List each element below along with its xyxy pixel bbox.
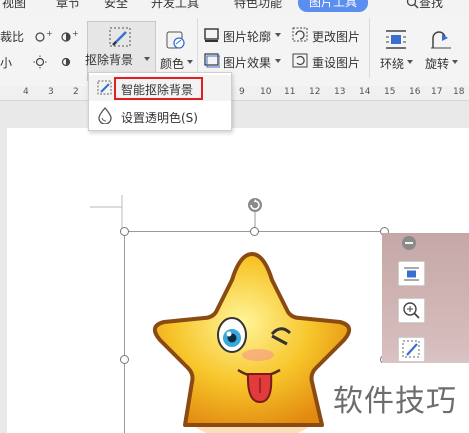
ruler-tick: 10	[260, 87, 272, 97]
ruler-tick: 9	[239, 87, 245, 97]
color-label[interactable]: 颜色	[160, 55, 184, 72]
remove-background-menu: 智能抠除背景 设置透明色(S)	[88, 72, 232, 131]
magic-wand-icon	[109, 27, 131, 47]
color-icon	[166, 31, 185, 49]
magic-wand-icon	[97, 80, 112, 95]
search-icon	[406, 0, 419, 9]
horizontal-ruler: 4 3 2 9 10 11 12 13 14 15 16 17 18	[0, 86, 469, 101]
droplet-icon	[98, 107, 112, 124]
resize-handle-top[interactable]	[250, 227, 259, 236]
contrast-down-icon[interactable]	[59, 55, 81, 69]
reset-picture-label[interactable]: 重设图片	[312, 54, 360, 71]
watermark-text: 软件技巧	[333, 384, 457, 419]
picture-effects-label[interactable]: 图片效果	[223, 54, 271, 71]
resize-handle-left[interactable]	[120, 355, 129, 364]
layout-icon	[404, 267, 419, 281]
picture-effects-icon	[204, 53, 220, 68]
divider	[197, 18, 198, 78]
tab-picture-tools[interactable]: 图片工具	[298, 0, 369, 12]
ruler-tick: 4	[23, 87, 29, 97]
ruler-tick: 16	[409, 87, 421, 97]
zoom-in-icon	[403, 302, 420, 319]
ribbon-toolbar: 裁比 小 + + 抠除背景 颜色 图片轮廓 图片效果 更改图片 重设图片 环绕 …	[0, 14, 469, 86]
reset-picture-icon	[292, 53, 308, 68]
tab-features[interactable]: 特色功能	[234, 0, 282, 11]
chevron-down-icon	[187, 60, 193, 64]
chevron-down-icon	[275, 59, 281, 63]
resize-handle-top-left[interactable]	[120, 227, 129, 236]
remove-background-label: 抠除背景	[85, 53, 134, 67]
tab-search[interactable]: 查找	[406, 0, 443, 11]
layout-options-button[interactable]	[398, 261, 425, 286]
contrast-up-icon[interactable]: +	[59, 30, 81, 44]
text-wrap-label[interactable]: 环绕	[380, 55, 404, 72]
ruler-tick: 11	[284, 87, 296, 97]
ruler-tick: 17	[431, 87, 443, 97]
crop-size-label-partial[interactable]: 小	[0, 54, 12, 71]
ruler-tick: 12	[309, 87, 321, 97]
ruler-tick: 18	[453, 87, 465, 97]
zoom-button[interactable]	[398, 298, 425, 323]
tab-chapter[interactable]: 章节	[56, 0, 80, 11]
rotate-icon	[431, 31, 451, 49]
svg-text:+: +	[46, 30, 53, 38]
picture-outline-label[interactable]: 图片轮廓	[223, 28, 271, 45]
menu-item-set-transparent-color[interactable]: 设置透明色(S)	[89, 103, 231, 129]
tab-dev-tools[interactable]: 开发工具	[151, 0, 199, 11]
crop-label-partial[interactable]: 裁比	[0, 28, 24, 45]
ruler-tick: 3	[48, 87, 54, 97]
chevron-down-icon	[407, 60, 413, 64]
ruler-tick: 15	[384, 87, 396, 97]
chevron-down-icon	[144, 57, 150, 61]
tab-security[interactable]: 安全	[104, 0, 128, 11]
magic-wand-icon	[402, 340, 420, 358]
ruler-tick: 14	[359, 87, 371, 97]
picture-outline-icon	[204, 28, 219, 42]
ruler-tick: 2	[73, 87, 79, 97]
highlight-box	[114, 77, 203, 100]
svg-text:+: +	[72, 30, 79, 38]
brightness-up-icon[interactable]: +	[33, 30, 55, 44]
change-picture-label[interactable]: 更改图片	[312, 28, 360, 45]
menu-item-smart-remove-background[interactable]: 智能抠除背景	[89, 75, 231, 101]
chevron-down-icon	[275, 33, 281, 37]
brightness-down-icon[interactable]	[33, 55, 55, 69]
collapse-icon[interactable]	[401, 235, 417, 251]
remove-background-quick-button[interactable]	[398, 337, 425, 362]
ruler-tick: 13	[334, 87, 346, 97]
change-picture-icon	[292, 27, 308, 42]
watermark: 软件技巧	[328, 363, 469, 433]
text-wrap-icon	[386, 30, 406, 49]
ribbon-tab-bar: 视图 章节 安全 开发工具 特色功能 图片工具 查找	[0, 0, 469, 14]
chevron-down-icon	[452, 60, 458, 64]
menu-item-label: 设置透明色(S)	[121, 111, 198, 125]
star-character-picture	[152, 252, 352, 433]
rotate-label[interactable]: 旋转	[425, 55, 449, 72]
divider	[369, 18, 370, 78]
tab-view[interactable]: 视图	[2, 0, 26, 11]
